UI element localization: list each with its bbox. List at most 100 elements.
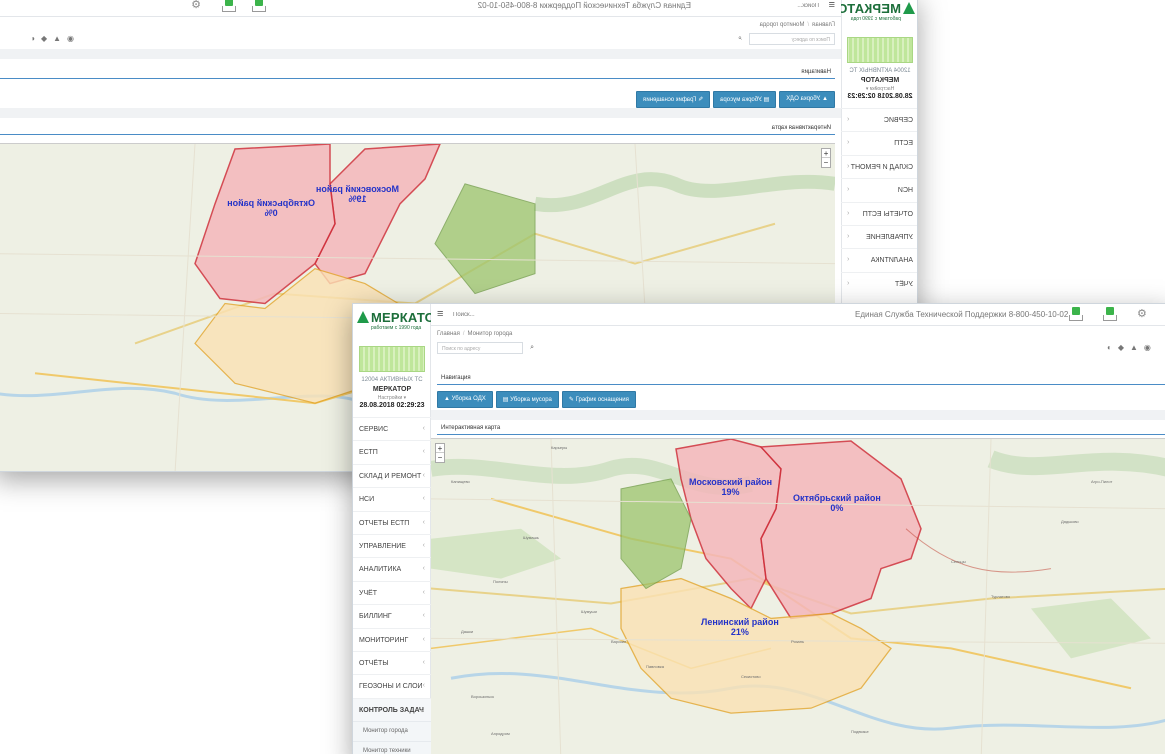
chevron-left-icon: ‹: [847, 232, 850, 240]
search-icon[interactable]: ⌕: [530, 344, 534, 352]
sidebar-item-analytics[interactable]: АНАЛИТИКА ‹: [841, 248, 917, 272]
garbage-collection-button[interactable]: ▤ Уборка мусора: [495, 391, 559, 408]
equipment-schedule-button[interactable]: ✎ График оснащения: [561, 391, 636, 408]
zoom-in-button[interactable]: +: [822, 149, 830, 158]
top-bar: ≡ Единая Служба Технической Поддержки 8-…: [0, 0, 841, 17]
breadcrumb-home[interactable]: Главная: [812, 22, 835, 28]
gear-icon[interactable]: ⚙: [191, 0, 201, 11]
map-place-label: Шумашь: [523, 535, 539, 540]
hamburger-menu-icon[interactable]: ≡: [829, 0, 835, 11]
garbage-collection-label: Уборка мусора: [510, 397, 552, 403]
sidebar-item-task-control[interactable]: КОНТРОЛЬ ЗАДАЧ ⌄: [353, 697, 431, 722]
logo[interactable]: МЕРКАТОР работаем с 1990 года: [828, 1, 915, 25]
sidebar-subitem-city-monitor[interactable]: Монитор города: [353, 721, 431, 742]
navigation-panel-title: Навигация: [801, 69, 831, 75]
zoom-out-button[interactable]: −: [436, 453, 444, 462]
interactive-map[interactable]: + − Московский район 19% Октябрьский райо…: [431, 438, 1165, 754]
vehicle-status-icon[interactable]: [1103, 307, 1117, 321]
active-vehicles-count: 12004 АКТИВНЫХ ТС: [849, 68, 911, 74]
map-panel-header: Интерактивная карта: [0, 121, 835, 135]
sidebar-item-estp-reports[interactable]: ОТЧЕТЫ ЕСТП ‹: [841, 201, 917, 225]
sidebar-item-label: ОТЧЕТЫ ЕСТП: [862, 210, 913, 218]
sidebar-item-service[interactable]: СЕРВИС ‹: [353, 417, 431, 440]
chevron-left-icon: ‹: [847, 279, 850, 287]
sidebar-item-nsi[interactable]: НСИ ‹: [841, 178, 917, 202]
district-name: Октябрьский район: [227, 198, 315, 208]
equipment-schedule-button[interactable]: ✎ График оснащения: [636, 91, 711, 108]
settings-link[interactable]: Настройки ▾: [841, 86, 917, 92]
sidebar-item-label: КОНТРОЛЬ ЗАДАЧ: [359, 706, 424, 714]
top-search-input[interactable]: [739, 0, 819, 13]
address-search-input[interactable]: Поиск по адресу ⌕: [738, 33, 835, 45]
settings-link[interactable]: Настройки ▾: [353, 395, 431, 401]
sidebar-item-label: СЕРВИС: [359, 426, 389, 433]
sidebar-item-label: ЕСТП: [894, 140, 913, 148]
sidebar-item-warehouse[interactable]: СКЛАД И РЕМОНТ ‹: [353, 463, 431, 487]
district-name: Московский район: [315, 184, 399, 194]
vehicle-status-icon[interactable]: [222, 0, 236, 12]
support-phone: Единая Служба Технической Поддержки 8-80…: [477, 1, 691, 10]
sidebar-item-analytics[interactable]: АНАЛИТИКА ‹: [353, 557, 431, 580]
sidebar-item-management[interactable]: УПРАВЛЕНИЕ ‹: [841, 224, 917, 249]
sidebar-item-geozones[interactable]: ГЕОЗОНЫ И СЛОИ ‹: [353, 674, 431, 697]
chevron-left-icon: ‹: [422, 448, 425, 456]
district-label-leninsky: Ленинский район 21%: [701, 617, 779, 637]
hamburger-menu-icon[interactable]: ≡: [437, 308, 443, 320]
logo[interactable]: МЕРКАТОР работаем с 1990 года: [357, 310, 444, 334]
sidebar-item-accounting[interactable]: УЧЁТ ‹: [353, 580, 431, 604]
sidebar-item-estp[interactable]: ЕСТП ‹: [841, 131, 917, 155]
sidebar-item-label: ОТЧЕТЫ ЕСТП: [359, 519, 410, 527]
district-percent: 21%: [730, 627, 749, 637]
search-icon[interactable]: ⌕: [738, 35, 742, 43]
map-tool-icons[interactable]: ◐◆▲◉: [1107, 343, 1157, 352]
cleaning-odh-button[interactable]: ▲ Уборка ОДХ: [437, 391, 493, 408]
vehicle-tracker-icon[interactable]: [252, 0, 266, 12]
sidebar-item-billing[interactable]: БИЛЛИНГ ‹: [353, 604, 431, 627]
map-place-label: Агро-Пилот: [1091, 479, 1113, 484]
map-place-label: Турлатово: [991, 594, 1011, 599]
sidebar-item-label: НСИ: [359, 496, 375, 504]
sidebar-item-reports[interactable]: ОТЧЁТЫ ‹: [353, 650, 431, 674]
district-percent: 0%: [830, 503, 844, 513]
top-search-input[interactable]: [453, 308, 533, 322]
district-label-moskovsky: Московский район 19%: [316, 184, 399, 204]
sidebar-menu: СЕРВИС ‹ ЕСТП ‹ СКЛАД И РЕМОНТ ‹ НСИ ‹ ОТЧЕТ…: [353, 417, 431, 754]
sidebar-item-estp[interactable]: ЕСТП ‹: [353, 440, 431, 463]
sidebar-item-accounting[interactable]: УЧЁТ ‹: [841, 271, 917, 296]
sidebar-subitem-vehicle-monitor[interactable]: Монитор техники: [353, 741, 431, 754]
sidebar-item-label: ЕСТП: [359, 449, 378, 457]
map-tool-icons[interactable]: ◉▲◆◐: [24, 34, 74, 43]
cleaning-odh-button[interactable]: ▲ Уборка ОДХ: [779, 91, 835, 108]
district-percent: 19%: [721, 487, 740, 497]
sidebar-item-service[interactable]: СЕРВИС ‹: [841, 108, 917, 132]
zoom-out-button[interactable]: −: [822, 158, 830, 167]
vehicle-activity-bars: [359, 346, 425, 372]
sidebar-item-warehouse[interactable]: СКЛАД И РЕМОНТ ‹: [841, 154, 917, 179]
map-place-label: Секиотово: [741, 674, 761, 679]
map-place-label: Дядьково: [1061, 519, 1079, 524]
garbage-collection-label: Уборка мусора: [720, 97, 762, 103]
sidebar-item-label: СЕРВИС: [883, 117, 913, 124]
chevron-left-icon: ‹: [422, 471, 425, 479]
breadcrumb-home[interactable]: Главная: [437, 331, 460, 337]
logo-tagline: работаем с 1990 года: [850, 16, 901, 22]
district-name: Московский район: [689, 477, 773, 487]
logo-tagline: работаем с 1990 года: [371, 325, 422, 331]
app-window: МЕРКАТОР работаем с 1990 года 12004 АКТИ…: [352, 303, 1165, 754]
top-bar: ≡ Единая Служба Технической Поддержки 8-…: [431, 304, 1165, 326]
vehicle-tracker-icon[interactable]: [1069, 307, 1083, 321]
zoom-in-button[interactable]: +: [436, 444, 444, 453]
chevron-left-icon: ‹: [422, 588, 425, 596]
gear-icon[interactable]: ⚙: [1137, 307, 1147, 320]
chevron-left-icon: ‹: [422, 495, 425, 503]
sidebar-item-nsi[interactable]: НСИ ‹: [353, 487, 431, 510]
sidebar-item-monitoring[interactable]: МОНИТОРИНГ ‹: [353, 627, 431, 651]
sidebar-item-estp-reports[interactable]: ОТЧЕТЫ ЕСТП ‹: [353, 510, 431, 534]
map-place-label: Карьеры: [551, 445, 568, 450]
chevron-left-icon: ‹: [847, 256, 850, 264]
current-datetime: 28.08.2018 02:29:23: [359, 402, 425, 409]
garbage-collection-button[interactable]: ▤ Уборка мусора: [713, 91, 777, 108]
address-search-input[interactable]: Поиск по адресу ⌕: [437, 342, 534, 354]
chevron-left-icon: ‹: [422, 682, 425, 690]
sidebar-item-management[interactable]: УПРАВЛЕНИЕ ‹: [353, 533, 431, 557]
